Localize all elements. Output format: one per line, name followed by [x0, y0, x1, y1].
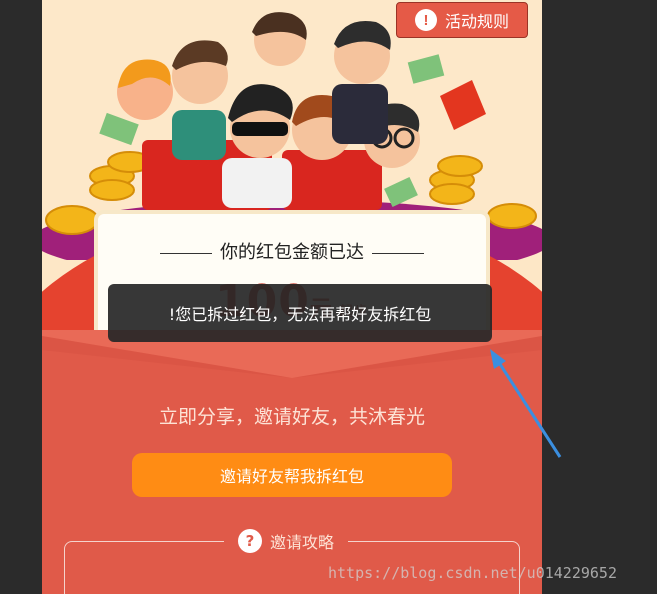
toast-message: !您已拆过红包，无法再帮好友拆红包 [108, 284, 492, 342]
annotation-arrow-icon [490, 349, 562, 458]
phone-screen: ! 活动规则 你的红包金额已达 100元起步 !您已拆过红包，无法再帮好友拆红包… [42, 0, 542, 594]
question-icon: ? [238, 529, 262, 553]
share-prompt: 立即分享，邀请好友，共沐春光 [158, 406, 425, 428]
invite-guide-title[interactable]: ? 邀请攻略 [224, 528, 349, 554]
activity-rules-label: 活动规则 [444, 14, 509, 31]
watermark: https://blog.csdn.net/u014229652 [328, 564, 617, 582]
title-right-rule [372, 252, 424, 254]
invite-guide-label: 邀请攻略 [270, 533, 335, 552]
exclamation-icon: ! [414, 9, 437, 31]
invite-friends-button[interactable]: 邀请好友帮我拆红包 [132, 453, 452, 497]
title-left-rule [160, 252, 212, 254]
activity-rules-button[interactable]: ! 活动规则 [396, 2, 528, 38]
card-title-text: 你的红包金额已达 [220, 242, 364, 263]
card-title: 你的红包金额已达 [98, 238, 486, 264]
